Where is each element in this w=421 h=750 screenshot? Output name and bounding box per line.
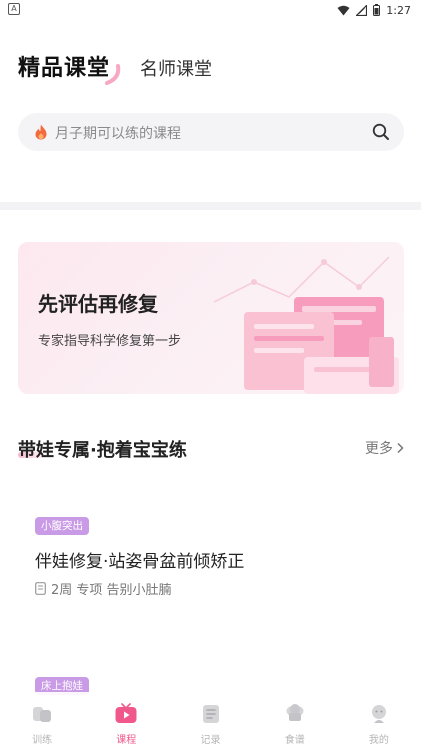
search-bar[interactable]: 月子期可以练的课程	[18, 113, 404, 151]
banner-title: 先评估再修复	[38, 292, 158, 316]
more-link[interactable]: 更多	[365, 438, 404, 458]
nav-item-training[interactable]: 训练	[0, 692, 84, 750]
section-divider	[0, 202, 421, 210]
nav-label: 训练	[32, 735, 53, 746]
nav-label: 记录	[200, 735, 221, 746]
active-tab-swoosh-icon	[105, 64, 121, 85]
search-placeholder[interactable]: 月子期可以练的课程	[55, 123, 181, 143]
course-meta: 2周 专项 告别小肚腩	[35, 579, 172, 598]
nav-item-courses[interactable]: 课程	[84, 692, 168, 750]
flame-icon	[35, 124, 47, 140]
wifi-icon	[337, 5, 350, 15]
record-icon	[199, 702, 223, 726]
status-icons: 1:27	[337, 2, 411, 18]
section-header: 带娃专属·抱着宝宝练 更多	[18, 434, 404, 462]
course-meta-text: 2周 专项 告别小肚腩	[51, 583, 172, 598]
assessment-banner[interactable]: 先评估再修复 专家指导科学修复第一步	[18, 242, 404, 394]
section-title: 带娃专属·抱着宝宝练	[18, 440, 187, 461]
search-icon[interactable]	[372, 123, 390, 141]
status-bar: A 1:27	[0, 0, 421, 20]
training-icon	[30, 702, 54, 726]
banner-subtitle: 专家指导科学修复第一步	[38, 334, 182, 349]
notification-badge: A	[8, 3, 20, 15]
profile-icon	[367, 702, 391, 726]
nav-label: 课程	[116, 735, 137, 746]
more-label: 更多	[365, 441, 393, 457]
nav-item-profile[interactable]: 我的	[337, 692, 421, 750]
tab-premium-courses[interactable]: 精品课堂	[18, 50, 110, 82]
chef-hat-icon	[283, 702, 307, 726]
chevron-right-icon	[397, 442, 404, 454]
nav-label: 我的	[368, 735, 389, 746]
nav-item-records[interactable]: 记录	[168, 692, 252, 750]
bottom-nav: 训练 课程 记录 食谱 我的	[0, 692, 421, 750]
tab-famous-teachers[interactable]: 名师课堂	[140, 55, 212, 81]
calendar-icon	[35, 582, 46, 595]
course-play-icon	[114, 702, 138, 726]
battery-icon	[373, 4, 381, 16]
signal-icon	[356, 4, 368, 16]
course-card[interactable]: 小腹突出 伴娃修复·站姿骨盆前倾矫正 2周 专项 告别小肚腩	[35, 517, 395, 607]
course-tag: 小腹突出	[35, 517, 89, 535]
course-title: 伴娃修复·站姿骨盆前倾矫正	[35, 552, 245, 572]
status-time: 1:27	[386, 3, 411, 17]
nav-label: 食谱	[284, 735, 305, 746]
nav-item-recipes[interactable]: 食谱	[253, 692, 337, 750]
report-illustration	[213, 256, 399, 394]
